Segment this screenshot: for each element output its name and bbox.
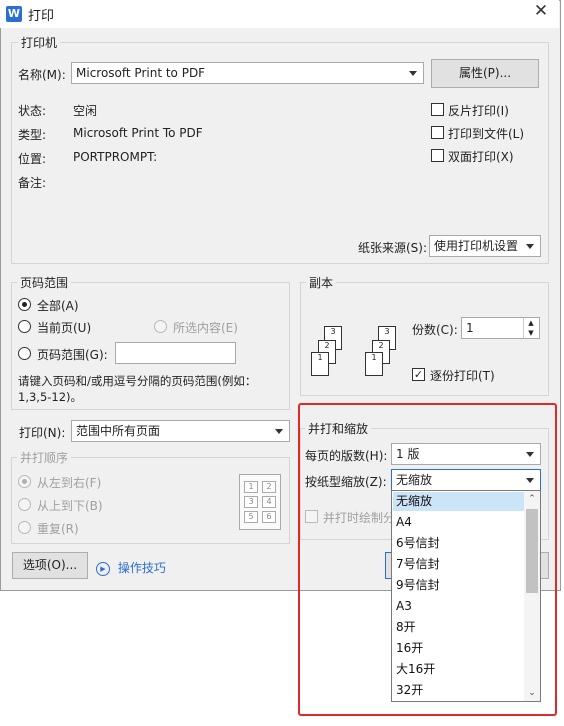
close-icon[interactable]: ✕ [528,1,554,21]
printer-group-label: 打印机 [18,34,61,51]
collate-label: 逐份打印(T) [430,369,495,383]
range-pages-radio[interactable] [18,347,31,360]
chevron-down-icon [275,429,283,434]
copies-group-label: 副本 [306,274,337,291]
range-selection-label: 所选内容(E) [173,321,238,335]
order-preview-cell: 1 [244,481,258,493]
range-current-label: 当前页(U) [37,321,92,335]
collate-page-icon: 1 [365,352,383,376]
duplex-checkbox[interactable] [431,149,444,162]
copies-count-label: 份数(C): [412,323,458,337]
range-all-radio[interactable] [18,298,31,311]
range-pages-label: 页码范围(G): [37,348,108,362]
order-preview-cell: 4 [262,496,276,508]
order-top-bottom-label: 从上到下(B) [37,499,103,513]
order-preview: 1 2 3 4 5 6 [239,474,281,530]
properties-button[interactable]: 属性(P)... [431,59,539,88]
type-label: 类型: [18,128,47,142]
wps-app-icon: W [6,6,22,22]
printer-name-label: 名称(M): [18,68,66,82]
copies-count-input[interactable]: 1 ▲ ▼ [461,317,540,339]
print-what-select[interactable]: 范围中所有页面 [71,420,290,442]
range-all-label: 全部(A) [37,299,79,313]
order-preview-cell: 3 [244,496,258,508]
order-repeat-label: 重复(R) [37,522,79,536]
status-label: 状态: [18,104,47,118]
page-range-input[interactable] [115,342,236,364]
print-to-file-label: 打印到文件(L) [448,127,525,141]
status-value: 空闲 [73,104,98,118]
paper-source-value: 使用打印机设置 [434,239,519,253]
reverse-print-checkbox[interactable] [431,103,444,116]
order-repeat-radio [18,521,31,534]
order-left-right-label: 从左到右(F) [37,476,102,490]
range-current-radio[interactable] [18,320,31,333]
spinner-up-icon[interactable]: ▲ [523,318,538,328]
type-value: Microsoft Print To PDF [73,126,203,140]
print-to-file-checkbox[interactable] [431,126,444,139]
range-selection-radio [154,320,167,333]
page-range-group-label: 页码范围 [17,274,72,291]
tips-link[interactable]: ▶ 操作技巧 [96,559,166,576]
page-range-hint-2: 1,3,5-12)。 [18,390,83,404]
spinner-down-icon[interactable]: ▼ [523,328,538,338]
print-what-label: 打印(N): [19,426,66,440]
printer-name-select[interactable]: Microsoft Print to PDF [71,62,424,84]
comment-label: 备注: [18,176,47,190]
chevron-down-icon [526,244,534,249]
order-preview-cell: 5 [244,511,258,523]
copies-count-value: 1 [466,321,474,335]
annotation-highlight-box [298,403,557,716]
window-title: 打印 [28,9,55,24]
order-top-bottom-radio [18,498,31,511]
printer-name-value: Microsoft Print to PDF [76,66,206,80]
paper-source-label: 纸张来源(S): [358,241,428,255]
play-circle-icon: ▶ [96,561,110,576]
print-order-group-label: 并打顺序 [17,449,72,466]
chevron-down-icon [409,71,417,76]
collate-page-icon: 1 [311,352,329,376]
order-left-right-radio [18,475,31,488]
title-bar [0,0,559,28]
location-label: 位置: [18,152,47,166]
collate-checkbox[interactable]: ✓ [412,368,425,381]
order-preview-cell: 2 [262,481,276,493]
tips-label: 操作技巧 [117,561,166,575]
location-value: PORTPROMPT: [73,150,158,164]
print-what-value: 范围中所有页面 [76,424,161,438]
order-preview-cell: 6 [262,511,276,523]
options-button[interactable]: 选项(O)... [12,552,88,579]
duplex-label: 双面打印(X) [448,150,514,164]
page-range-hint: 请键入页码和/或用逗号分隔的页码范围(例如： [18,374,257,388]
paper-source-select[interactable]: 使用打印机设置 [429,235,541,257]
reverse-print-label: 反片打印(I) [448,104,509,118]
